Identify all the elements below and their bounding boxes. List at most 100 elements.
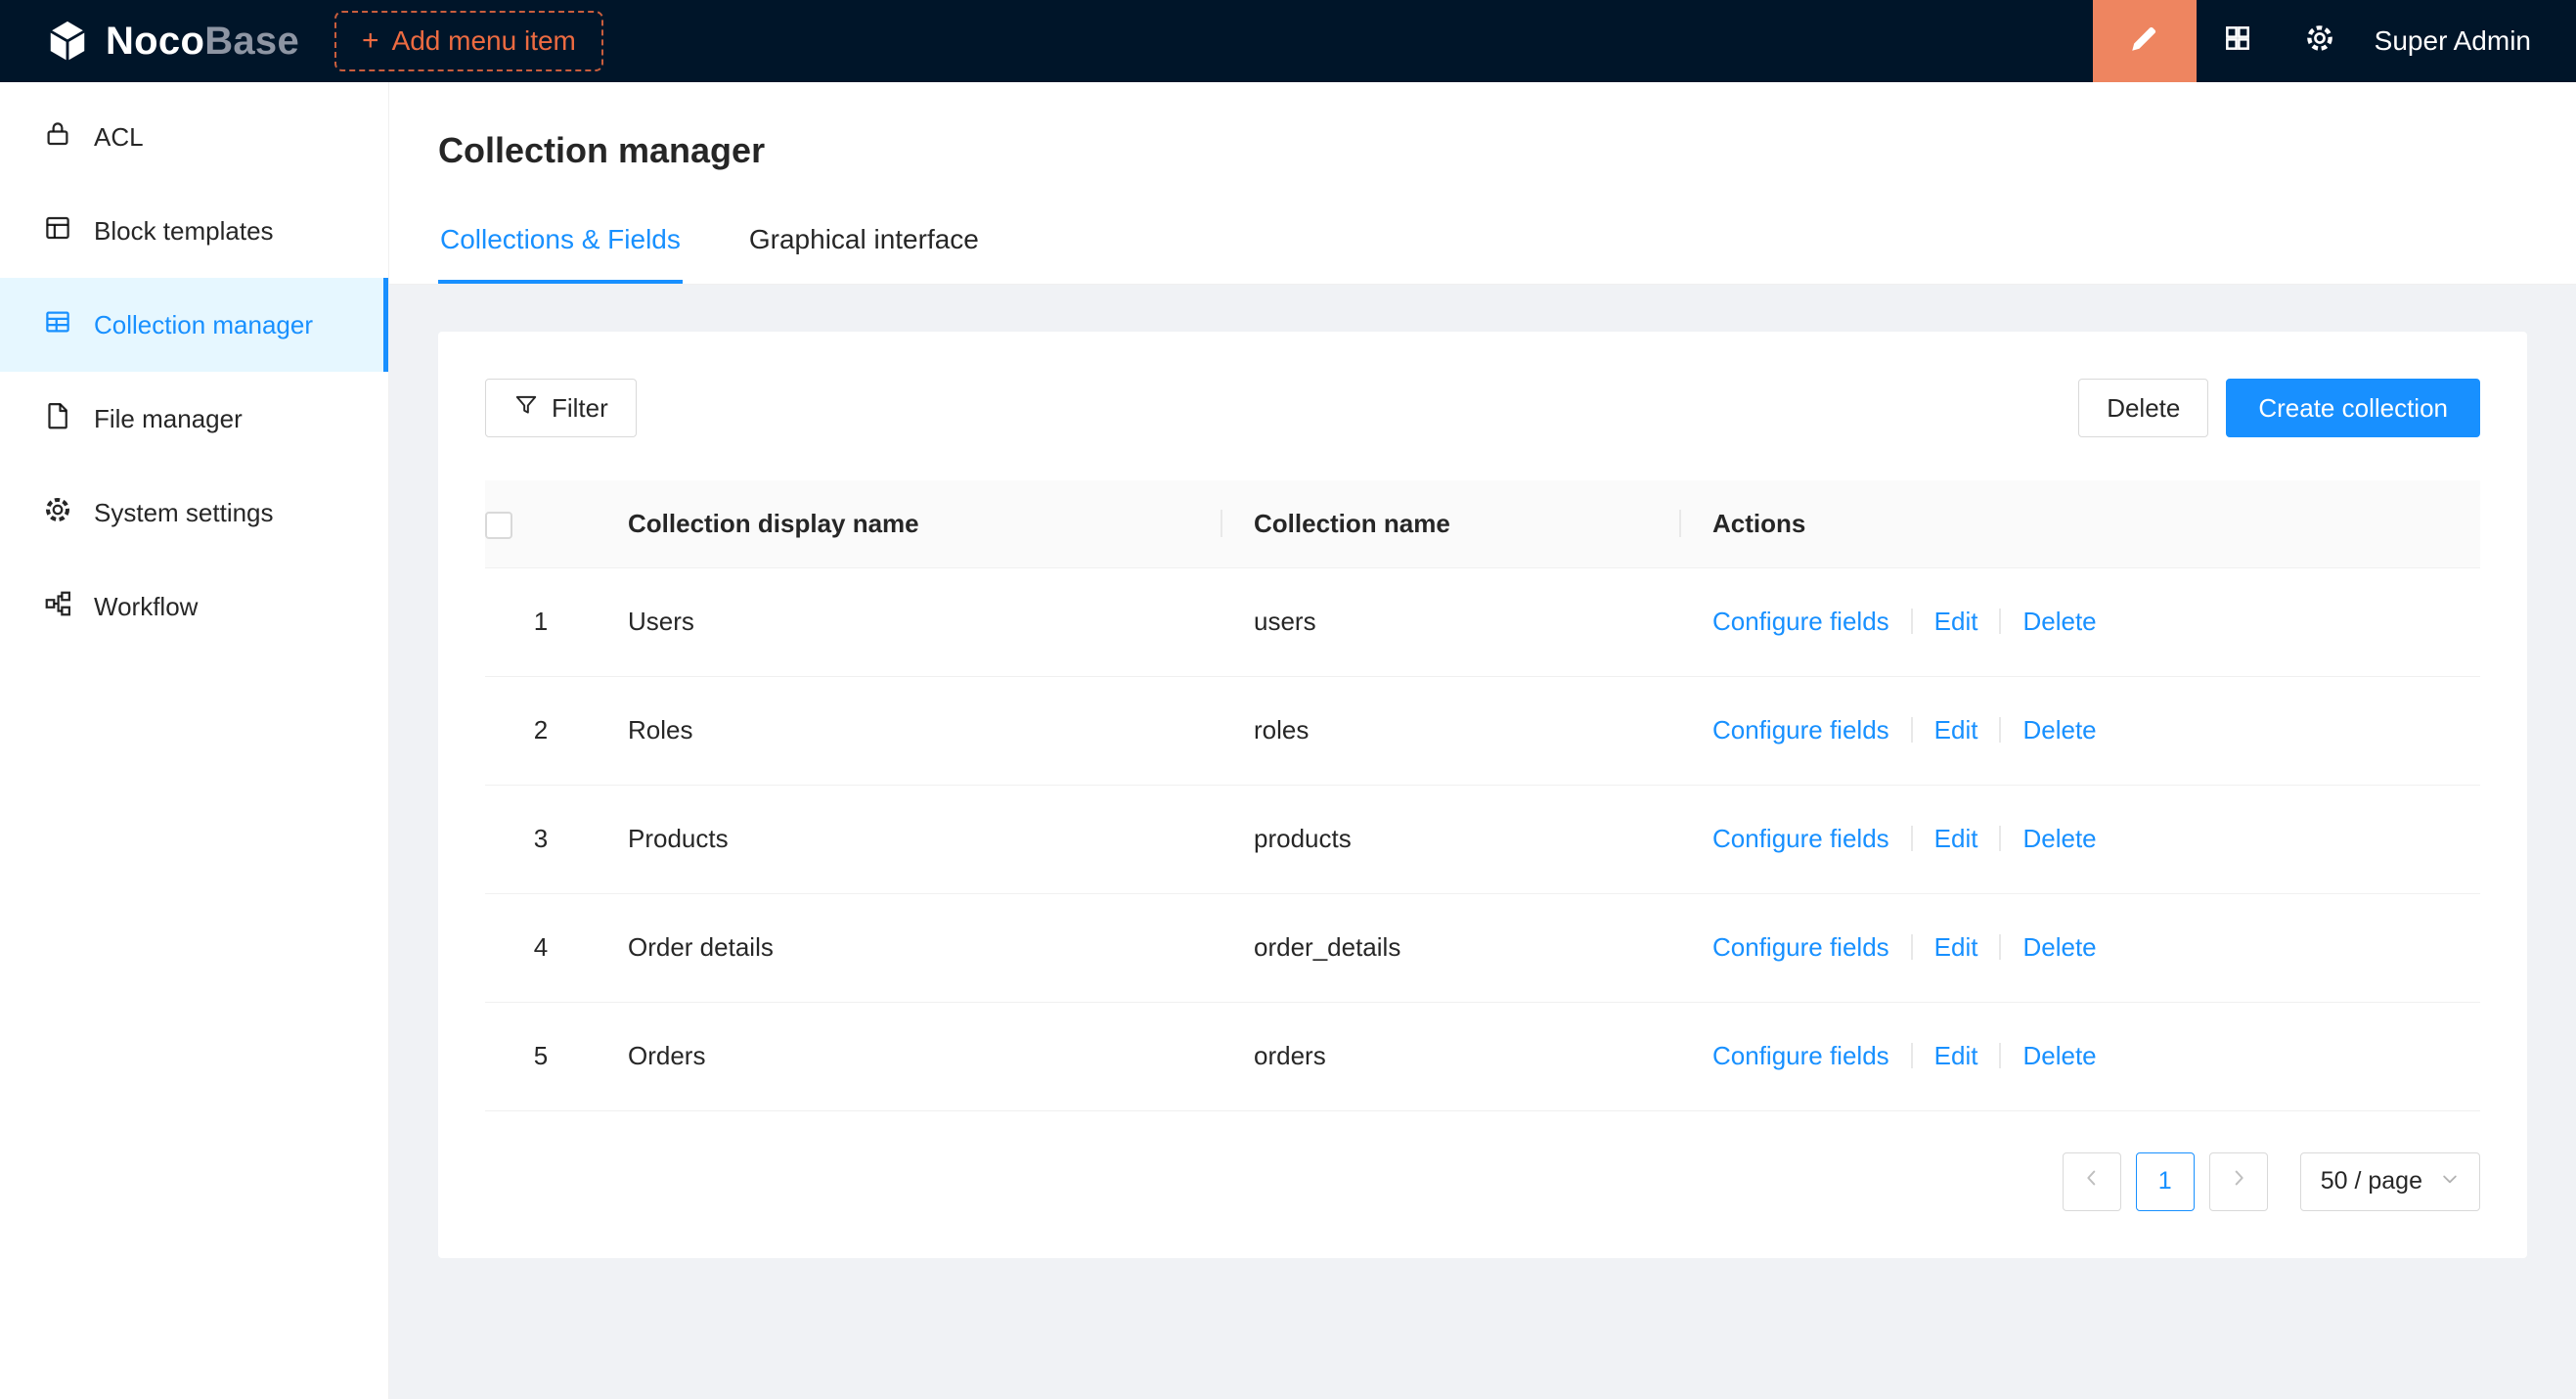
delete-link[interactable]: Delete [2022, 715, 2096, 745]
sidebar-item-file-manager[interactable]: File manager [0, 372, 388, 466]
edit-link[interactable]: Edit [1934, 824, 1978, 853]
chevron-left-icon [2081, 1167, 2103, 1196]
action-divider [1911, 934, 1913, 960]
pagination: 1 50 / page [485, 1152, 2480, 1211]
sidebar-item-label: ACL [94, 122, 144, 153]
collection-display-name: Order details [597, 893, 1222, 1002]
top-header: NocoBase + Add menu item [0, 0, 2576, 82]
configure-fields-link[interactable]: Configure fields [1712, 1041, 1889, 1070]
configure-fields-link[interactable]: Configure fields [1712, 607, 1889, 636]
card-toolbar: Filter Delete Create collection [485, 379, 2480, 437]
filter-label: Filter [552, 393, 608, 424]
configure-fields-link[interactable]: Configure fields [1712, 932, 1889, 962]
action-divider [1999, 934, 2001, 960]
settings-button[interactable] [2279, 0, 2361, 82]
layout-icon [43, 213, 72, 249]
plus-icon: + [362, 26, 379, 56]
add-menu-item-label: Add menu item [392, 25, 576, 57]
action-divider [1999, 609, 2001, 634]
configure-fields-link[interactable]: Configure fields [1712, 715, 1889, 745]
sidebar-item-label: Workflow [94, 592, 198, 622]
edit-link[interactable]: Edit [1934, 607, 1978, 636]
table-row[interactable]: 3 Products products Configure fields Edit… [485, 785, 2480, 893]
table-row[interactable]: 2 Roles roles Configure fieldsEditDelete [485, 676, 2480, 785]
collection-display-name: Roles [597, 676, 1222, 785]
collection-name: products [1222, 785, 1681, 893]
delete-link[interactable]: Delete [2022, 932, 2096, 962]
filter-funnel-icon [513, 392, 539, 425]
action-divider [1999, 826, 2001, 851]
configure-fields-link[interactable]: Configure fields [1712, 824, 1889, 853]
sidebar-item-system-settings[interactable]: System settings [0, 466, 388, 560]
delete-link[interactable]: Delete [2022, 1041, 2096, 1070]
page-size-label: 50 / page [2321, 1167, 2422, 1196]
next-page-button[interactable] [2209, 1152, 2268, 1211]
create-collection-button[interactable]: Create collection [2226, 379, 2480, 437]
row-index: 1 [485, 567, 597, 676]
edit-link[interactable]: Edit [1934, 1041, 1978, 1070]
page-size-select[interactable]: 50 / page [2300, 1152, 2480, 1211]
settings-sidebar: ACL Block templates Co [0, 82, 389, 1399]
add-menu-item-button[interactable]: + Add menu item [334, 11, 603, 71]
row-index: 5 [485, 1002, 597, 1110]
gear-icon [43, 495, 72, 531]
sidebar-item-workflow[interactable]: Workflow [0, 560, 388, 654]
apps-grid-icon [2222, 23, 2253, 61]
sidebar-item-collection-manager[interactable]: Collection manager [0, 278, 388, 372]
row-actions: Configure fields Edit Delete [1681, 1002, 2480, 1110]
collections-card: Filter Delete Create collection Coll [438, 332, 2527, 1258]
table-header-row: Collection display name Collection name … [485, 480, 2480, 567]
sidebar-item-acl[interactable]: ACL [0, 90, 388, 184]
page-1-button[interactable]: 1 [2136, 1152, 2195, 1211]
table-row[interactable]: 5 Orders orders Configure fields Edit Dele… [485, 1002, 2480, 1110]
table-row[interactable]: 1 Users users Configure fieldsEditDelete [485, 567, 2480, 676]
sidebar-item-label: File manager [94, 404, 243, 434]
action-divider [1911, 609, 1913, 634]
collection-display-name: Products [597, 785, 1222, 893]
row-actions: Configure fields Edit Delete [1681, 785, 2480, 893]
sidebar-item-label: System settings [94, 498, 274, 528]
edit-link[interactable]: Edit [1934, 932, 1978, 962]
logo-text: NocoBase [106, 20, 299, 64]
action-divider [1911, 717, 1913, 743]
lock-icon [43, 119, 72, 156]
action-divider [1999, 717, 2001, 743]
chevron-down-icon [2440, 1167, 2460, 1196]
sidebar-item-block-templates[interactable]: Block templates [0, 184, 388, 278]
tab-collections-fields[interactable]: Collections & Fields [438, 211, 683, 284]
topbar-right: Super Admin [2093, 0, 2576, 82]
collection-name: orders [1222, 1002, 1681, 1110]
delete-button[interactable]: Delete [2078, 379, 2208, 437]
app: NocoBase + Add menu item [0, 0, 2576, 1399]
tab-bar: Collections & Fields Graphical interface [438, 211, 2576, 284]
ui-designer-button[interactable] [2093, 0, 2197, 82]
user-menu[interactable]: Super Admin [2375, 25, 2531, 57]
action-divider [1911, 1043, 1913, 1068]
row-actions: Configure fields Edit Delete [1681, 567, 2480, 676]
delete-link[interactable]: Delete [2022, 824, 2096, 853]
toolbar-right: Delete Create collection [2078, 379, 2480, 437]
action-divider [1999, 1043, 2001, 1068]
collection-display-name: Orders [597, 1002, 1222, 1110]
page-header: Collection manager Collections & Fields … [389, 82, 2576, 285]
collections-table: Collection display name Collection name … [485, 480, 2480, 1111]
select-all-checkbox[interactable] [485, 512, 512, 539]
filter-button[interactable]: Filter [485, 379, 637, 437]
collection-name: users [1222, 567, 1681, 676]
delete-link[interactable]: Delete [2022, 607, 2096, 636]
table-icon [43, 307, 72, 343]
workflow-icon [43, 589, 72, 625]
column-header-name: Collection name [1222, 480, 1681, 567]
edit-link[interactable]: Edit [1934, 715, 1978, 745]
prev-page-button[interactable] [2063, 1152, 2121, 1211]
collection-name: roles [1222, 676, 1681, 785]
file-icon [43, 401, 72, 437]
row-index: 3 [485, 785, 597, 893]
tab-graphical-interface[interactable]: Graphical interface [747, 211, 981, 284]
table-row[interactable]: 4 Order details order_details Configure … [485, 893, 2480, 1002]
sidebar-item-label: Collection manager [94, 310, 313, 340]
plugins-grid-button[interactable] [2197, 0, 2279, 82]
column-header-display-name: Collection display name [597, 480, 1222, 567]
content-area: Filter Delete Create collection Coll [389, 285, 2576, 1399]
logo[interactable]: NocoBase [0, 19, 334, 64]
